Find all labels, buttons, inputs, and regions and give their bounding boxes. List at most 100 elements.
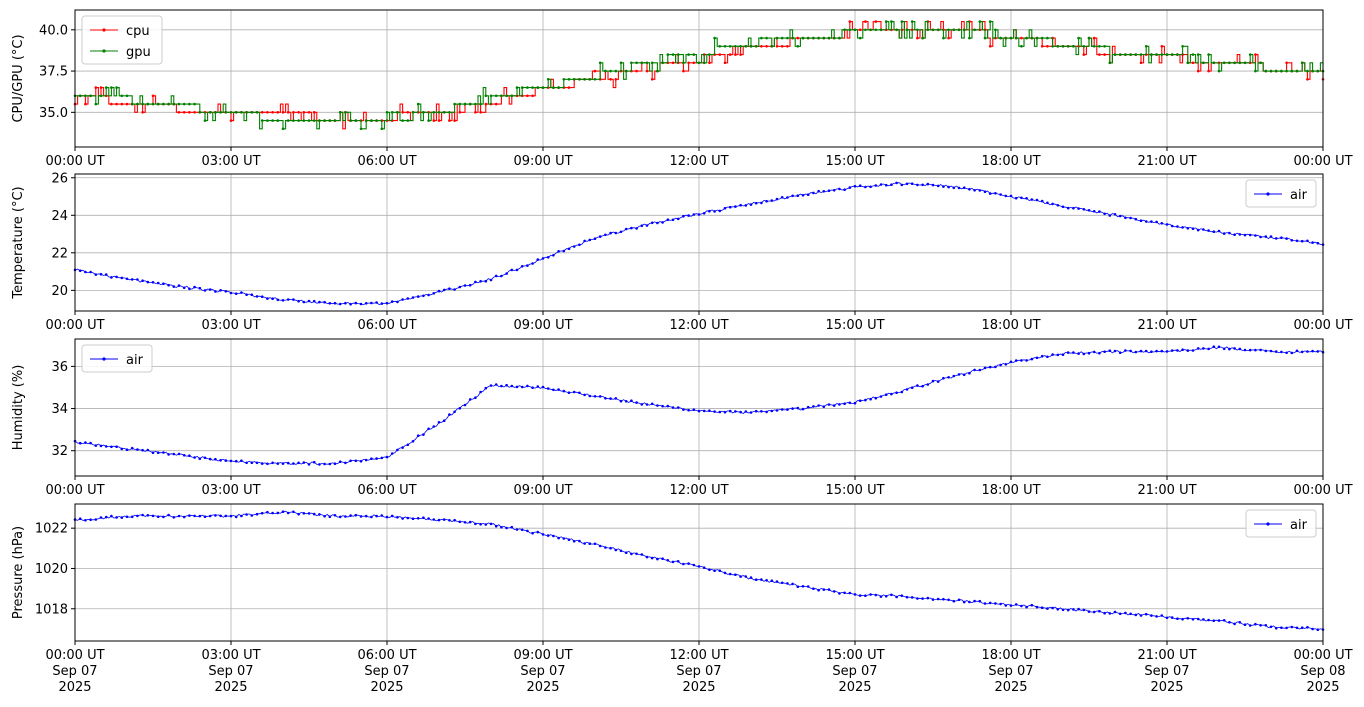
data-point — [572, 390, 576, 394]
data-point — [328, 462, 332, 466]
data-point — [260, 462, 264, 465]
data-point — [936, 28, 940, 32]
data-point — [1295, 239, 1299, 243]
legend-marker-air — [1266, 522, 1270, 526]
data-point — [1056, 353, 1060, 357]
data-point — [276, 119, 280, 122]
data-point — [396, 516, 399, 519]
data-point — [1306, 78, 1309, 81]
data-point — [1134, 217, 1138, 221]
data-point — [198, 286, 202, 290]
data-point — [546, 255, 550, 259]
legend-label-cpu: cpu — [126, 24, 150, 39]
data-point — [520, 265, 524, 268]
x-tick-label: 03:00 UT — [201, 318, 260, 333]
data-point — [281, 462, 285, 465]
data-point — [546, 387, 550, 390]
data-point — [734, 205, 737, 208]
data-point — [276, 298, 280, 302]
data-point — [588, 238, 592, 242]
data-point — [702, 566, 706, 569]
x-tick-label: 2025 — [682, 680, 715, 695]
data-point — [1082, 53, 1086, 56]
data-point — [245, 293, 248, 297]
data-point — [624, 551, 628, 554]
x-tick-label: 18:00 UT — [981, 483, 1040, 498]
data-point — [541, 385, 545, 389]
data-point — [947, 598, 950, 602]
data-point — [614, 397, 618, 400]
data-point — [260, 111, 264, 114]
data-point — [323, 300, 326, 304]
data-point — [1228, 231, 1231, 235]
data-point — [364, 514, 368, 518]
data-point — [791, 582, 794, 586]
data-point — [240, 291, 243, 294]
data-point — [1248, 348, 1252, 352]
data-point — [1139, 349, 1143, 353]
data-point — [302, 512, 306, 515]
data-point — [994, 602, 997, 605]
data-point — [1311, 627, 1314, 631]
data-point — [645, 403, 649, 406]
x-tick-label: 00:00 UT — [45, 648, 104, 663]
data-point — [448, 287, 451, 291]
y-axis-label: Pressure (hPa) — [11, 526, 26, 619]
data-point — [276, 511, 280, 515]
data-point — [900, 594, 904, 597]
data-point — [832, 590, 836, 593]
x-tick-label: 00:00 UT — [45, 154, 104, 169]
data-point — [115, 445, 118, 449]
data-point — [853, 28, 857, 32]
data-point — [578, 539, 581, 543]
y-axis-label: CPU/GPU (°C) — [11, 34, 26, 122]
data-point — [370, 301, 373, 305]
data-point — [796, 194, 800, 197]
data-point — [141, 448, 144, 452]
data-point — [650, 61, 654, 65]
data-point — [1181, 226, 1184, 229]
data-point — [541, 533, 545, 536]
data-point — [146, 448, 150, 452]
data-point — [229, 119, 233, 122]
data-point — [801, 36, 805, 40]
y-axis-label: Humidity (%) — [11, 365, 26, 451]
data-point — [536, 258, 540, 261]
data-point — [630, 226, 633, 230]
data-point — [110, 86, 113, 89]
data-point — [786, 196, 789, 199]
data-point — [500, 384, 503, 388]
data-point — [687, 214, 690, 217]
data-point — [666, 559, 670, 562]
data-point — [1202, 347, 1205, 350]
legend-marker-air — [1266, 192, 1270, 196]
data-point — [604, 397, 607, 400]
data-point — [832, 404, 836, 407]
data-point — [1020, 45, 1023, 48]
x-tick-label: Sep 07 — [832, 664, 877, 679]
data-point — [453, 288, 456, 291]
data-point — [754, 409, 758, 413]
data-point — [962, 186, 966, 189]
data-point — [245, 111, 248, 114]
data-point — [1077, 352, 1080, 355]
data-point — [812, 587, 815, 590]
data-point — [297, 119, 300, 122]
data-point — [234, 459, 238, 463]
data-point — [136, 102, 139, 106]
data-point — [1160, 614, 1164, 617]
data-point — [1196, 53, 1200, 56]
data-point — [708, 568, 711, 571]
data-point — [645, 555, 649, 559]
data-point — [936, 380, 940, 383]
data-point — [505, 526, 508, 530]
data-point — [214, 111, 217, 114]
data-point — [1217, 69, 1221, 73]
data-point — [1176, 53, 1179, 56]
data-point — [84, 519, 87, 522]
data-point — [770, 45, 774, 48]
data-point — [458, 520, 462, 524]
data-point — [1040, 354, 1044, 358]
data-point — [115, 275, 118, 279]
data-point — [442, 111, 446, 114]
